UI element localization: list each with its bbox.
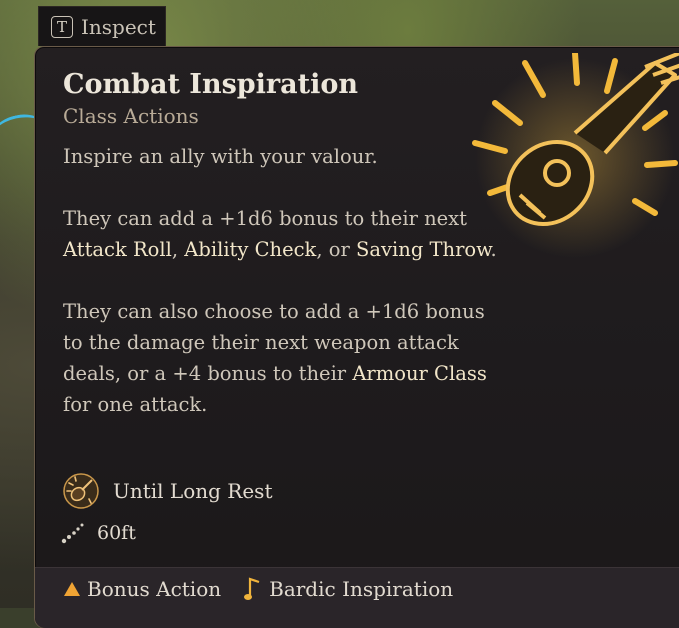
cost-bonus-action-label: Bonus Action <box>87 577 222 601</box>
tooltip-panel: Combat Inspiration Class Actions Inspire… <box>34 46 679 628</box>
range-text: 60ft <box>97 522 136 544</box>
action-title: Combat Inspiration <box>63 69 358 100</box>
keyword-attack-roll[interactable]: Attack Roll <box>63 238 172 261</box>
inspect-label: Inspect <box>81 14 156 39</box>
description-line-1: Inspire an ally with your valour. <box>63 145 378 168</box>
description-paragraph-2: They can add a +1d6 bonus to their next … <box>63 207 497 261</box>
lute-icon <box>472 53 679 258</box>
recharge-row: Until Long Rest <box>61 471 272 511</box>
range-dots-icon <box>61 523 84 544</box>
cost-bardic-inspiration-label: Bardic Inspiration <box>269 577 454 601</box>
action-category: Class Actions <box>63 104 199 128</box>
triangle-icon <box>64 582 80 596</box>
keyword-armour-class[interactable]: Armour Class <box>352 362 487 385</box>
range-row: 60ft <box>61 521 136 545</box>
recharge-text: Until Long Rest <box>113 479 273 503</box>
description-paragraph-3: They can also choose to add a +1d6 bonus… <box>63 300 487 416</box>
tooltip-content: Combat Inspiration Class Actions Inspire… <box>63 67 503 451</box>
music-note-icon <box>244 577 260 600</box>
cost-bardic-inspiration: Bardic Inspiration <box>243 576 453 602</box>
action-cost-footer: Bonus Action Bardic Inspiration <box>35 567 679 628</box>
lute-small-icon <box>63 473 99 509</box>
inspect-keybind: T <box>51 15 73 38</box>
action-description: Inspire an ally with your valour. They c… <box>63 141 503 420</box>
keyword-ability-check[interactable]: Ability Check <box>184 238 316 261</box>
inspect-tab[interactable]: T Inspect <box>38 6 166 46</box>
cost-bonus-action: Bonus Action <box>63 577 221 601</box>
